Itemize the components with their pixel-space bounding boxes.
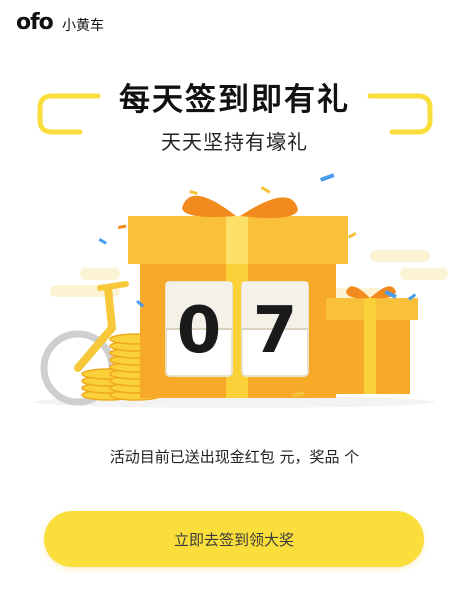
gift-illustration: 0 7 (35, 173, 448, 408)
sign-in-button[interactable]: 立即去签到领大奖 (44, 511, 424, 567)
hero-heading: 每天签到即有礼 天天坚持有壕礼 (0, 70, 469, 160)
ofo-logo: ofo (16, 10, 54, 35)
stats-text: 活动目前已送出现金红包 元，奖品 个 (109, 448, 360, 466)
page-subtitle: 天天坚持有壕礼 (161, 130, 308, 154)
top-bar: ofo 小黄车 (0, 0, 469, 44)
page-title: 每天签到即有礼 (119, 82, 350, 118)
counter-digit-ones: 7 (253, 294, 298, 368)
gift-box-icon (128, 195, 348, 398)
small-gift-icon (326, 286, 418, 394)
counter-digit-tens: 0 (177, 294, 222, 368)
brand-name: 小黄车 (62, 18, 104, 34)
